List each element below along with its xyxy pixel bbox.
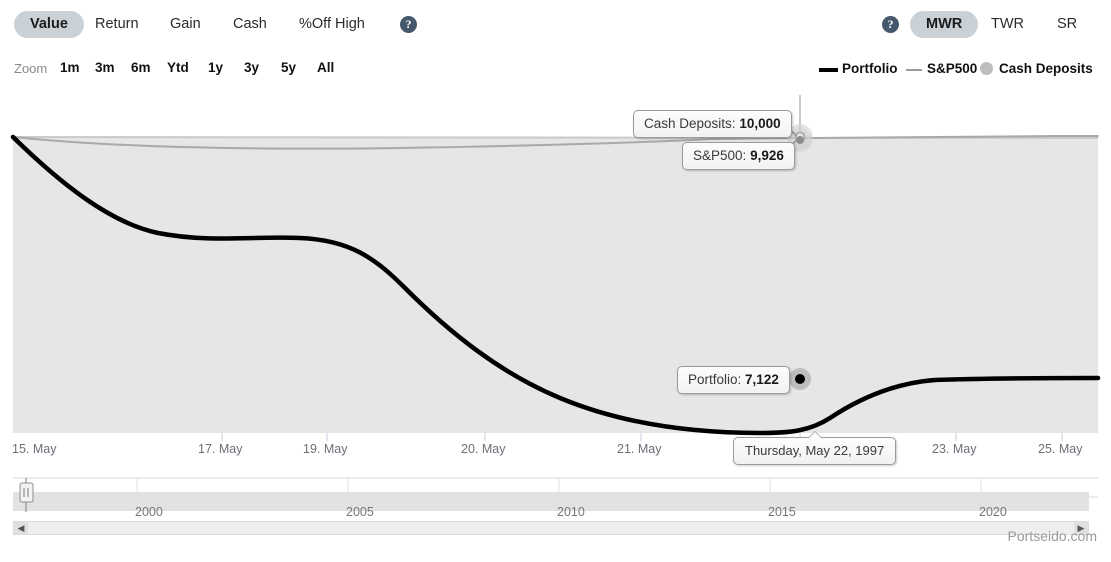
navigator-year-2010: 2010 xyxy=(557,505,585,519)
navigator-year-2005: 2005 xyxy=(346,505,374,519)
navigator-gridlines xyxy=(136,478,982,492)
marker-point-sp500 xyxy=(796,136,804,144)
tab-cash[interactable]: Cash xyxy=(233,11,267,38)
legend-marker-sp500 xyxy=(906,69,922,71)
navigator-year-2015: 2015 xyxy=(768,505,796,519)
tab-value[interactable]: Value xyxy=(14,11,84,38)
help-icon-right[interactable]: ? xyxy=(882,16,899,33)
marker-point-portfolio xyxy=(795,374,805,384)
navigator-handle-left[interactable] xyxy=(19,482,34,503)
zoom-button-6m[interactable]: 6m xyxy=(131,60,151,75)
xaxis-label-25-may: 25. May xyxy=(1038,442,1083,456)
tab-mwr[interactable]: MWR xyxy=(910,11,979,38)
zoom-button-1m[interactable]: 1m xyxy=(60,60,80,75)
xaxis-label-19-may: 19. May xyxy=(303,442,348,456)
plot-background xyxy=(13,137,1098,433)
tab-return[interactable]: Return xyxy=(95,11,139,38)
chart-plot-area[interactable]: 15. May 17. May 19. May 20. May 21. May … xyxy=(0,88,1111,468)
zoom-button-all[interactable]: All xyxy=(317,60,334,75)
tooltip-sp500: S&P500: 9,926 xyxy=(682,142,795,170)
xaxis-label-20-may: 20. May xyxy=(461,442,506,456)
tooltip-portfolio-value: 7,122 xyxy=(745,372,779,387)
zoom-button-3m[interactable]: 3m xyxy=(95,60,115,75)
tab-twr[interactable]: TWR xyxy=(991,11,1024,38)
zoom-button-5y[interactable]: 5y xyxy=(281,60,296,75)
legend-item-cash-deposits[interactable]: Cash Deposits xyxy=(999,61,1093,76)
navigator-year-2000: 2000 xyxy=(135,505,163,519)
zoom-label: Zoom xyxy=(14,61,48,76)
zoom-button-3y[interactable]: 3y xyxy=(244,60,259,75)
top-toolbar: Value Return Gain Cash %Off High ? ? MWR… xyxy=(0,0,1111,50)
legend-marker-portfolio xyxy=(819,68,838,72)
tooltip-portfolio: Portfolio: 7,122 xyxy=(677,366,790,394)
tooltip-cash-deposits-value: 10,000 xyxy=(739,116,781,131)
tab-gain[interactable]: Gain xyxy=(170,11,201,38)
legend-item-sp500[interactable]: S&P500 xyxy=(927,61,977,76)
xaxis-label-21-may: 21. May xyxy=(617,442,662,456)
xaxis-label-23-may: 23. May xyxy=(932,442,977,456)
xaxis-ticks xyxy=(221,433,1063,441)
tooltip-sp500-label: S&P500: xyxy=(693,148,747,163)
zoom-button-1y[interactable]: 1y xyxy=(208,60,223,75)
tooltip-date: Thursday, May 22, 1997 xyxy=(733,431,897,465)
tooltip-cash-deposits: Cash Deposits: 10,000 xyxy=(633,110,792,138)
navigator-year-2020: 2020 xyxy=(979,505,1007,519)
navigator-mask[interactable] xyxy=(13,492,1089,511)
scrollbar-left-arrow[interactable]: ◀ xyxy=(14,522,28,534)
tooltip-sp500-value: 9,926 xyxy=(750,148,784,163)
watermark: Portseido.com xyxy=(1007,528,1097,544)
tooltip-cash-deposits-label: Cash Deposits: xyxy=(644,116,736,131)
help-icon-left[interactable]: ? xyxy=(400,16,417,33)
legend-item-portfolio[interactable]: Portfolio xyxy=(842,61,898,76)
xaxis-label-15-may: 15. May xyxy=(12,442,57,456)
tab-sr[interactable]: SR xyxy=(1057,11,1077,38)
tooltip-portfolio-label: Portfolio: xyxy=(688,372,742,387)
xaxis-label-17-may: 17. May xyxy=(198,442,243,456)
horizontal-scrollbar[interactable]: ◀ ▶ xyxy=(13,521,1089,535)
chart-svg xyxy=(10,95,1101,441)
zoom-button-ytd[interactable]: Ytd xyxy=(167,60,189,75)
tab-off-high[interactable]: %Off High xyxy=(299,11,365,38)
legend-marker-cash-deposits xyxy=(980,62,993,75)
